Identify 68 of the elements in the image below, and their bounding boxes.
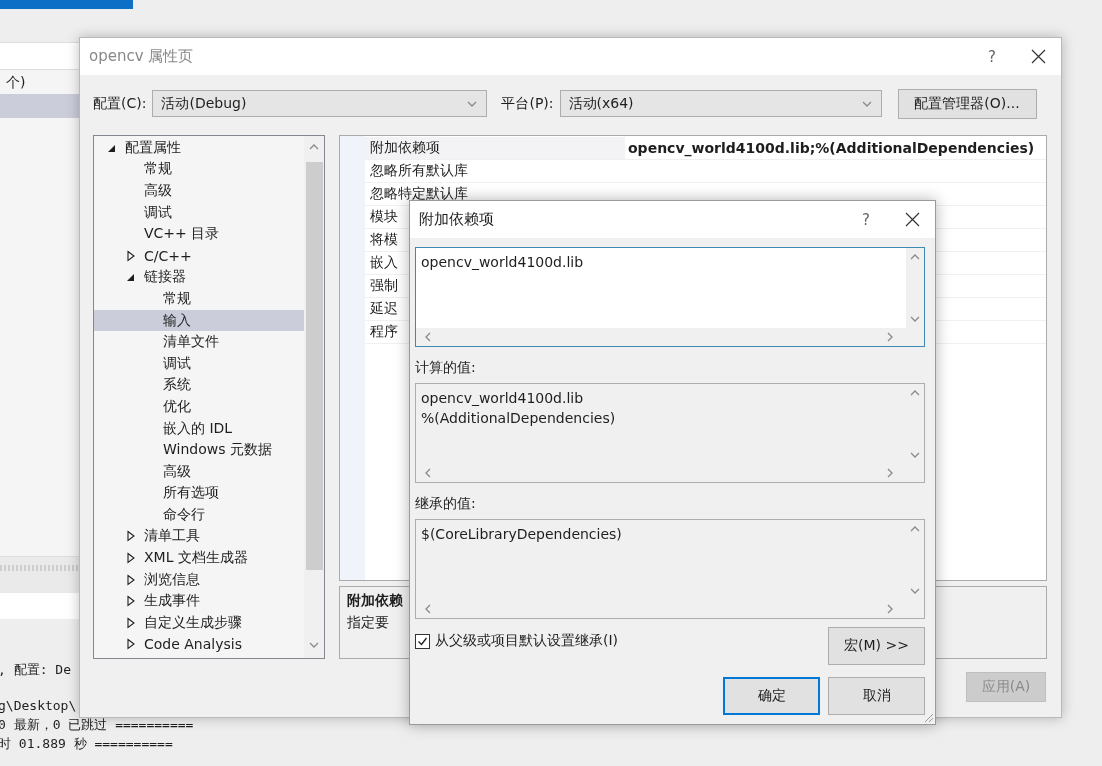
window-title: opencv 属性页 xyxy=(89,47,195,66)
panel-text: 个) xyxy=(5,73,27,92)
description-text: 指定要 xyxy=(347,614,389,632)
collapsed-triangle-icon[interactable] xyxy=(125,573,137,586)
collapsed-triangle-icon[interactable] xyxy=(125,638,137,651)
tree-item[interactable]: 配置属性 xyxy=(94,137,304,159)
tree-item[interactable]: VC++ 目录 xyxy=(94,223,304,245)
text-line: opencv_world4100d.lib xyxy=(421,389,585,408)
tree-item[interactable]: 优化 xyxy=(94,396,304,418)
property-name[interactable]: 附加依赖项 xyxy=(365,137,625,160)
collapsed-triangle-icon[interactable] xyxy=(125,249,137,262)
tree-item[interactable]: 命令行 xyxy=(94,504,304,526)
computed-value-box[interactable]: opencv_world4100d.lib %(AdditionalDependencies) xyxy=(415,383,925,483)
tree-item[interactable]: 浏览信息 xyxy=(94,568,304,591)
help-button[interactable]: ? xyxy=(969,47,1015,66)
tree-item[interactable]: 高级 xyxy=(94,460,304,483)
help-button[interactable]: ? xyxy=(843,210,889,229)
tree-item[interactable]: 调试 xyxy=(94,201,304,224)
tree-item[interactable]: 嵌入的 IDL xyxy=(94,417,304,440)
dependencies-text-box[interactable]: opencv_world4100d.lib xyxy=(415,247,925,347)
config-manager-button[interactable]: 配置管理器(O)... xyxy=(897,88,1037,119)
tree-item[interactable]: 自定义生成步骤 xyxy=(94,612,304,634)
tree-item[interactable]: 生成事件 xyxy=(94,590,304,613)
output-line: , 配置: De xyxy=(0,661,71,679)
tree-item[interactable]: 链接器 xyxy=(94,266,304,289)
text-line: opencv_world4100d.lib xyxy=(421,253,585,272)
scrollbar[interactable] xyxy=(304,136,324,658)
macro-button[interactable]: 宏(M) >> xyxy=(828,627,925,665)
description-title: 附加依赖 xyxy=(347,592,403,610)
collapsed-triangle-icon[interactable] xyxy=(125,530,137,543)
collapsed-triangle-icon[interactable] xyxy=(125,552,137,565)
tree-item[interactable]: 调试 xyxy=(94,352,304,375)
checkbox-label[interactable]: 从父级或项目默认设置继承(I) xyxy=(435,632,619,650)
tree-item[interactable]: C/C++ xyxy=(94,244,304,267)
tree-item[interactable]: 系统 xyxy=(94,374,304,397)
ok-button[interactable]: 确定 xyxy=(723,677,820,715)
config-label: 配置(C): xyxy=(93,94,147,113)
tree-item[interactable]: 所有选项 xyxy=(94,482,304,505)
platform-dropdown[interactable]: 活动(x64) xyxy=(559,90,882,117)
property-name[interactable]: 忽略所有默认库 xyxy=(365,160,625,183)
text-line: $(CoreLibraryDependencies) xyxy=(421,525,623,544)
tree-item[interactable]: Windows 元数据 xyxy=(94,439,304,461)
tree-item[interactable]: 常规 xyxy=(94,158,304,181)
section-label: 计算的值: xyxy=(415,359,477,377)
collapsed-triangle-icon[interactable] xyxy=(125,616,137,629)
tree-item[interactable]: 清单工具 xyxy=(94,525,304,548)
property-value[interactable]: opencv_world4100d.lib;%(AdditionalDependencies) xyxy=(625,137,1046,160)
check-icon xyxy=(417,635,428,647)
scrollbar[interactable] xyxy=(906,248,924,328)
window-title: 附加依赖项 xyxy=(419,210,495,229)
close-icon xyxy=(904,212,920,227)
scrollbar[interactable] xyxy=(416,328,924,346)
text-line: %(AdditionalDependencies) xyxy=(421,409,617,428)
tree-item[interactable]: 高级 xyxy=(94,180,304,202)
inherited-value-box[interactable]: $(CoreLibraryDependencies) xyxy=(415,519,925,619)
tree-item[interactable]: Code Analysis xyxy=(94,633,304,656)
tree-item[interactable]: 清单文件 xyxy=(94,331,304,353)
config-dropdown[interactable]: 活动(Debug) xyxy=(152,90,488,117)
platform-label: 平台(P): xyxy=(501,94,554,113)
resize-grip-icon[interactable] xyxy=(922,711,934,723)
section-label: 继承的值: xyxy=(415,495,477,513)
close-icon xyxy=(1030,49,1046,64)
tree-item[interactable]: 输入 xyxy=(94,309,304,332)
checkbox[interactable] xyxy=(415,633,430,649)
cancel-button[interactable]: 取消 xyxy=(828,677,925,715)
tree-item[interactable]: 常规 xyxy=(94,288,304,310)
tree-item[interactable]: XML 文档生成器 xyxy=(94,547,304,569)
collapsed-triangle-icon[interactable] xyxy=(125,595,137,608)
